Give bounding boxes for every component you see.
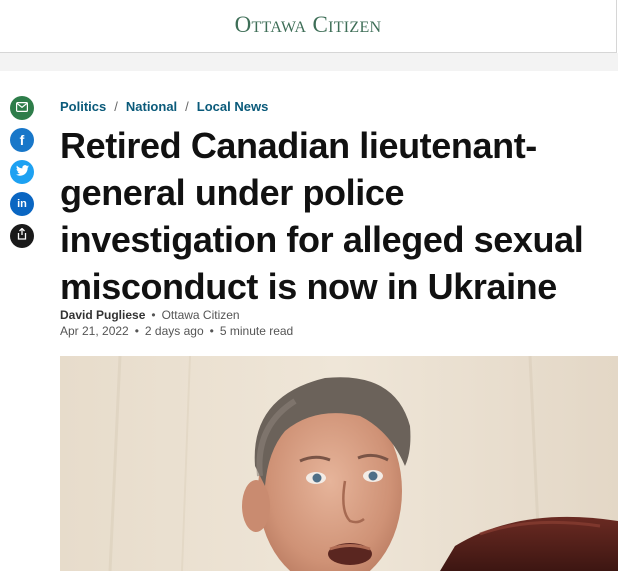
social-share-bar: f in — [10, 96, 34, 256]
more-share-button[interactable] — [10, 224, 34, 248]
breadcrumb-local-news[interactable]: Local News — [197, 99, 269, 114]
article-headline: Retired Canadian lieutenant-general unde… — [60, 125, 584, 307]
read-time: 5 minute read — [219, 324, 294, 338]
site-logo[interactable]: Ottawa Citizen — [0, 12, 616, 38]
breadcrumb-national[interactable]: National — [126, 99, 177, 114]
email-share-button[interactable] — [10, 96, 34, 120]
byline: David Pugliese • Ottawa Citizen — [60, 308, 240, 322]
facebook-share-button[interactable]: f — [10, 128, 34, 152]
meta-separator: • — [209, 324, 214, 338]
meta-separator: • — [134, 324, 139, 338]
share-icon — [17, 227, 27, 245]
twitter-share-button[interactable] — [10, 160, 34, 184]
breadcrumb-politics[interactable]: Politics — [60, 99, 106, 114]
photo-illustration — [60, 356, 618, 571]
facebook-icon: f — [19, 132, 25, 148]
masthead: Ottawa Citizen — [0, 0, 617, 53]
email-icon — [16, 99, 29, 117]
linkedin-icon: in — [17, 198, 27, 210]
article-meta: Apr 21, 2022 • 2 days ago • 5 minute read — [60, 324, 293, 338]
publish-date: Apr 21, 2022 — [60, 324, 129, 338]
breadcrumb: Politics / National / Local News — [60, 99, 268, 114]
twitter-icon — [15, 163, 29, 181]
publication-name: Ottawa Citizen — [161, 308, 240, 322]
breadcrumb-separator: / — [114, 99, 118, 114]
breadcrumb-separator: / — [185, 99, 189, 114]
linkedin-share-button[interactable]: in — [10, 192, 34, 216]
author-name[interactable]: David Pugliese — [60, 308, 145, 322]
meta-separator: • — [151, 308, 156, 322]
header-spacer — [0, 53, 618, 71]
relative-time: 2 days ago — [144, 324, 204, 338]
article-photo[interactable] — [60, 356, 618, 571]
